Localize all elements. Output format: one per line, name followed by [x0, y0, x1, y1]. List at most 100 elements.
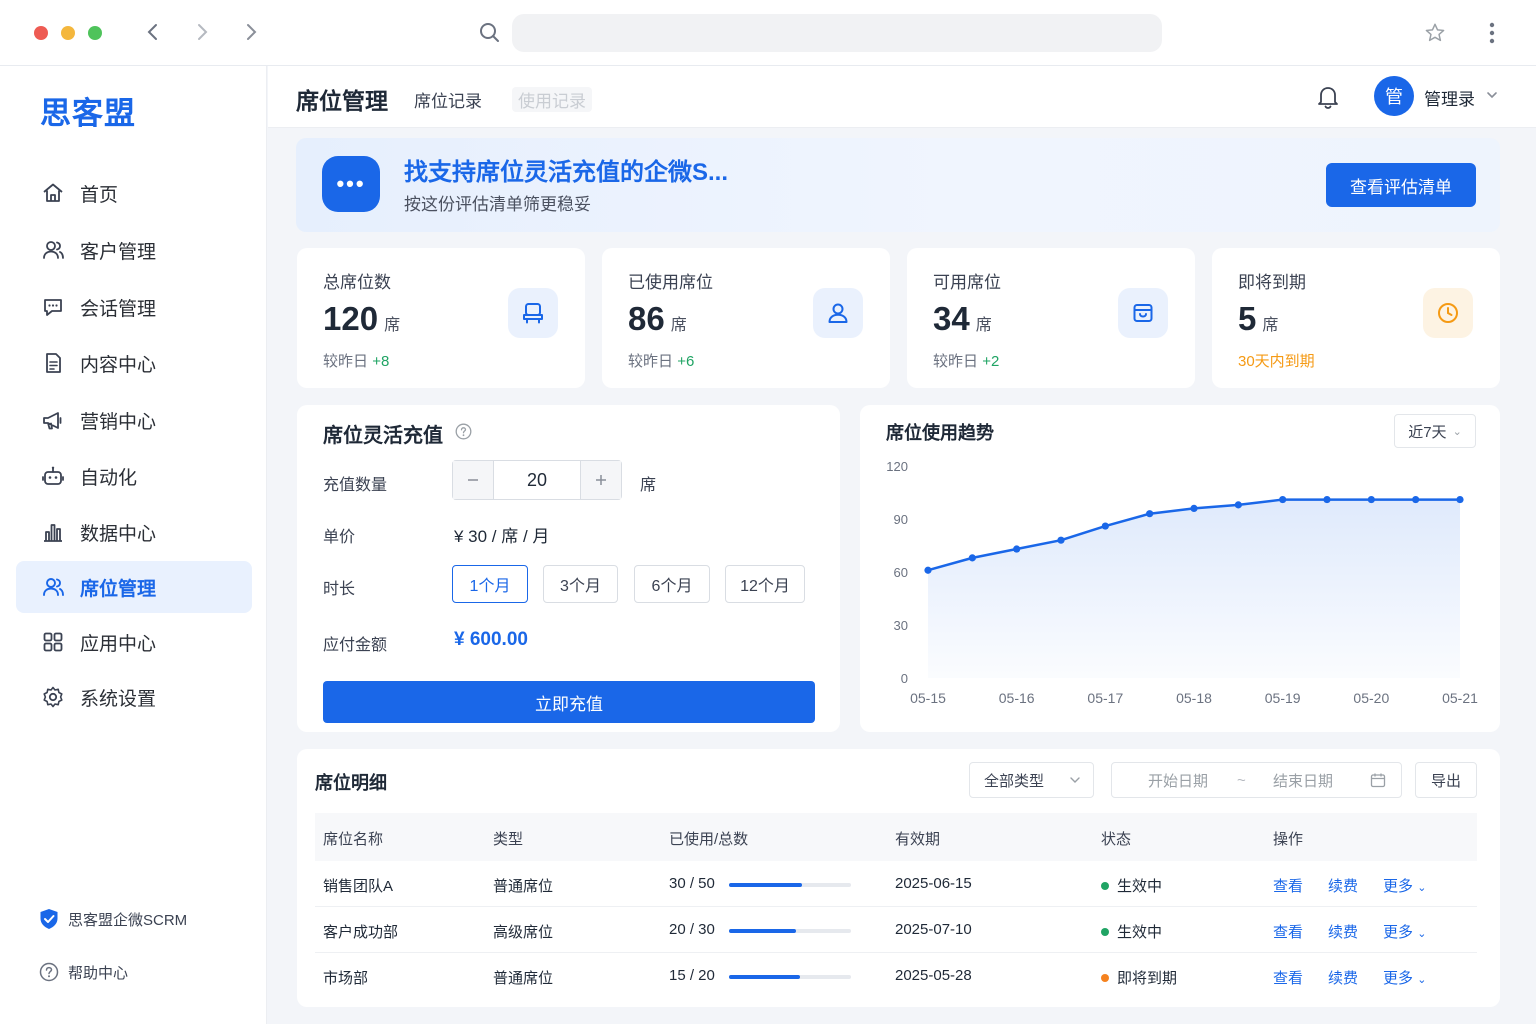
sidebar-item-customers[interactable]: 客户管理: [16, 224, 252, 276]
table-row: 销售团队A 普通席位 30 / 50 2025-06-15 生效中 查看 续费 …: [315, 861, 1477, 907]
user-name[interactable]: 管理录: [1424, 85, 1475, 110]
trend-point: [968, 554, 976, 562]
next-arrow-icon[interactable]: [239, 20, 263, 44]
y-tick-label: 90: [894, 512, 908, 527]
x-tick-label: 05-15: [910, 690, 946, 706]
seat-name: 销售团队A: [323, 878, 394, 895]
info-circle-icon[interactable]: [455, 423, 472, 446]
unit-price-label: 单价: [323, 529, 356, 546]
sidebar-item-marketing[interactable]: 营销中心: [16, 394, 252, 446]
forward-arrow-icon[interactable]: [190, 20, 214, 44]
duration-option-6m[interactable]: 6个月: [634, 565, 710, 603]
view-link[interactable]: 查看: [1273, 921, 1303, 942]
bookmark-star-icon[interactable]: [1422, 20, 1448, 46]
more-vertical-icon[interactable]: [1479, 20, 1505, 46]
maximize-window-button[interactable]: [88, 26, 102, 40]
usage-progress-bar: [729, 975, 851, 979]
decrease-button[interactable]: [453, 461, 493, 499]
column-header: 有效期: [895, 831, 941, 848]
more-dropdown[interactable]: 更多 ⌄: [1383, 875, 1426, 896]
sidebar-item-label: 客户管理: [80, 241, 157, 263]
usage-progress-bar: [729, 929, 851, 933]
start-date-input[interactable]: 开始日期: [1148, 770, 1208, 791]
renew-link[interactable]: 续费: [1328, 921, 1358, 942]
banner-title[interactable]: 找支持席位灵活充值的企微S...: [404, 152, 728, 187]
stat-delta: 较昨日 +2: [933, 353, 1000, 370]
y-tick-label: 30: [894, 618, 908, 633]
search-icon[interactable]: [477, 20, 503, 46]
seat-type: 普通席位: [493, 970, 554, 987]
notification-bell-icon[interactable]: [1314, 83, 1342, 111]
trend-point: [1146, 510, 1154, 518]
seat-icon: [508, 288, 558, 338]
sidebar-item-conversations[interactable]: 会话管理: [16, 281, 252, 333]
avatar[interactable]: 管: [1374, 76, 1414, 116]
end-date-input[interactable]: 结束日期: [1273, 770, 1333, 791]
trend-point: [1190, 504, 1198, 512]
column-header: 已使用/总数: [669, 831, 749, 848]
increase-button[interactable]: [581, 461, 621, 499]
sidebar-item-label: 会话管理: [80, 298, 157, 320]
view-link[interactable]: 查看: [1273, 967, 1303, 988]
renew-link[interactable]: 续费: [1328, 875, 1358, 896]
duration-option-1m[interactable]: 1个月: [452, 565, 528, 603]
table-header: 席位名称 类型 已使用/总数 有效期 状态 操作: [315, 813, 1477, 861]
more-dropdown[interactable]: 更多 ⌄: [1383, 967, 1426, 988]
trend-point: [1013, 545, 1021, 553]
stat-label: 即将到期: [1238, 273, 1306, 292]
help-center-link[interactable]: 帮助中心: [38, 961, 128, 983]
chevron-down-icon: ⌄: [1417, 974, 1427, 986]
y-tick-label: 120: [886, 459, 908, 474]
usage-progress-fill: [729, 883, 803, 887]
export-button[interactable]: 导出: [1415, 762, 1477, 798]
status-badge: 生效中: [1101, 921, 1162, 942]
sidebar-item-settings[interactable]: 系统设置: [16, 671, 252, 723]
sidebar-item-data[interactable]: 数据中心: [16, 506, 252, 558]
recharge-title: 席位灵活充值: [323, 419, 472, 448]
minimize-window-button[interactable]: [61, 26, 75, 40]
sidebar-item-content[interactable]: 内容中心: [16, 337, 252, 389]
seat-usage: 30 / 50: [669, 875, 715, 892]
seat-expiry: 2025-07-10: [895, 921, 972, 938]
sidebar-item-seats[interactable]: 席位管理: [16, 561, 252, 613]
x-tick-label: 05-18: [1176, 690, 1212, 706]
recharge-submit-button[interactable]: 立即充值: [323, 681, 815, 723]
more-dropdown[interactable]: 更多 ⌄: [1383, 921, 1426, 942]
calendar-icon[interactable]: [1370, 772, 1386, 792]
user-icon: [813, 288, 863, 338]
date-range-picker[interactable]: 开始日期 ~ 结束日期: [1111, 762, 1402, 798]
chat-bubble-icon: •••: [322, 156, 380, 212]
detail-title: 席位明细: [315, 773, 387, 793]
duration-option-12m[interactable]: 12个月: [725, 565, 805, 603]
tab-seat-records[interactable]: 席位记录: [414, 87, 482, 112]
document-icon: [40, 350, 66, 376]
amount-label: 应付金额: [323, 637, 388, 654]
address-bar[interactable]: [512, 14, 1162, 52]
column-header: 操作: [1273, 831, 1304, 848]
stat-value: 120 席: [323, 300, 401, 337]
sidebar-item-automation[interactable]: 自动化: [16, 450, 252, 502]
trend-point: [1412, 495, 1420, 504]
sidebar-item-label: 数据中心: [80, 523, 157, 545]
stat-label: 已使用席位: [628, 273, 713, 292]
view-checklist-button[interactable]: 查看评估清单: [1326, 163, 1476, 207]
product-brand-label: 思客盟企微SCRM: [68, 911, 188, 929]
unit-price-value: ¥ 30 / 席 / 月: [454, 527, 550, 546]
quantity-input[interactable]: 20: [493, 461, 581, 499]
chevron-down-icon[interactable]: [1486, 88, 1498, 105]
chevron-down-icon: ⌄: [1417, 882, 1427, 894]
view-link[interactable]: 查看: [1273, 875, 1303, 896]
type-filter-select[interactable]: 全部类型: [969, 762, 1094, 798]
home-icon: [40, 180, 66, 206]
renew-link[interactable]: 续费: [1328, 967, 1358, 988]
sidebar-item-home[interactable]: 首页: [16, 167, 252, 219]
sidebar-item-apps[interactable]: 应用中心: [16, 616, 252, 668]
usage-progress-fill: [729, 975, 800, 979]
amount-value: ¥ 600.00: [454, 629, 528, 650]
page-title: 席位管理: [296, 88, 388, 114]
close-window-button[interactable]: [34, 26, 48, 40]
back-arrow-icon[interactable]: [141, 20, 165, 44]
duration-option-3m[interactable]: 3个月: [543, 565, 618, 603]
tab-usage-records[interactable]: 使用记录: [512, 87, 592, 112]
stat-card-available: 可用席位 34 席 较昨日 +2: [907, 248, 1195, 388]
